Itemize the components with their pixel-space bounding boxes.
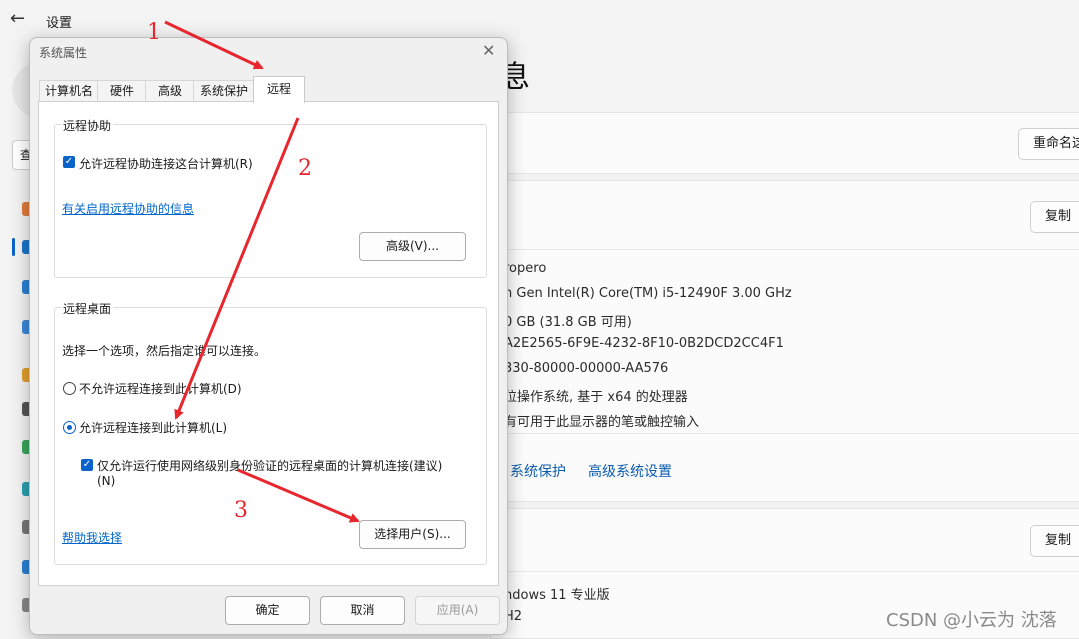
arrow-to-allow-option: [174, 117, 300, 420]
annotation-number-2: 2: [298, 156, 312, 181]
arrow-to-select-users: [237, 468, 360, 523]
tab-remote[interactable]: 远程: [253, 76, 305, 103]
arrow-to-remote-tab: [164, 20, 264, 70]
watermark: CSDN @小云为 沈落: [886, 610, 1057, 631]
annotation-arrows: [164, 20, 360, 523]
annotation-number-1: 1: [147, 20, 161, 45]
annotation-number-3: 3: [234, 498, 248, 523]
